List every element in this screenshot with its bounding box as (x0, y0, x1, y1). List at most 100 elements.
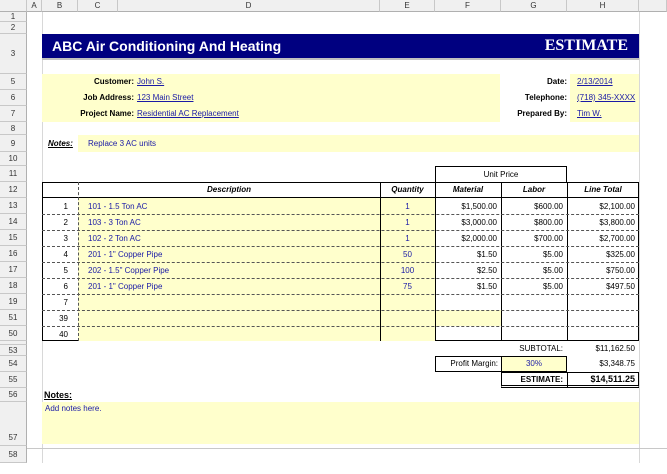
row-header-19[interactable]: 19 (0, 294, 27, 310)
prepared-by-label: Prepared By: (517, 109, 567, 118)
table-row-description[interactable]: 201 - 1" Copper Pipe (88, 250, 162, 259)
column-header-e[interactable]: E (380, 0, 435, 12)
notes-box (78, 135, 639, 152)
row-header-54[interactable]: 54 (0, 356, 27, 372)
notes-label: Notes: (48, 139, 73, 148)
company-name[interactable]: ABC Air Conditioning And Heating (52, 38, 281, 54)
table-row-number: 2 (63, 218, 68, 227)
bottom-notes-box[interactable] (42, 402, 639, 444)
status-strip (27, 448, 667, 463)
table-row-line-total: $325.00 (606, 250, 635, 259)
table-row-description[interactable]: 102 - 2 Ton AC (88, 234, 141, 243)
table-row-line-total: $3,800.00 (599, 218, 635, 227)
estimate-total-value: $14,511.25 (590, 374, 635, 384)
table-row-description[interactable]: 202 - 1.5" Copper Pipe (88, 266, 169, 275)
table-row-quantity[interactable]: 50 (380, 250, 435, 259)
row-header-6[interactable]: 6 (0, 90, 27, 106)
row-header-10[interactable]: 10 (0, 152, 27, 166)
table-row-quantity[interactable]: 75 (380, 282, 435, 291)
bottom-notes-text[interactable]: Add notes here. (45, 404, 101, 413)
table-row-quantity[interactable]: 1 (380, 234, 435, 243)
column-header-b[interactable]: B (42, 0, 78, 12)
project-name-label: Project Name: (80, 109, 134, 118)
row-header-58[interactable]: 58 (0, 446, 27, 463)
job-address-label: Job Address: (83, 93, 134, 102)
table-row-material[interactable]: $1,500.00 (435, 202, 497, 211)
row-header-1[interactable]: 1 (0, 12, 27, 22)
row-header-55[interactable]: 55 (0, 372, 27, 388)
row-header-53[interactable]: 53 (0, 345, 27, 356)
table-row-line-total: $750.00 (606, 266, 635, 275)
table-row-line-total: $497.50 (606, 282, 635, 291)
quantity-header: Quantity (391, 185, 424, 194)
column-header-c[interactable]: C (78, 0, 118, 12)
row-header-57[interactable]: 57 (0, 402, 27, 446)
date-label: Date: (546, 77, 567, 86)
table-row-labor[interactable]: $700.00 (501, 234, 563, 243)
row-header-13[interactable]: 13 (0, 198, 27, 214)
profit-margin-input[interactable]: 30% (501, 357, 566, 371)
table-row-number: 6 (63, 282, 68, 291)
column-header-i[interactable] (639, 0, 667, 12)
row-header-9[interactable]: 9 (0, 135, 27, 152)
table-row-number: 5 (63, 266, 68, 275)
bottom-notes-label: Notes: (44, 390, 73, 400)
column-header-g[interactable]: G (501, 0, 567, 12)
table-row-material[interactable]: $1.50 (435, 282, 497, 291)
column-header-f[interactable]: F (435, 0, 501, 12)
table-row-material[interactable]: $2.50 (435, 266, 497, 275)
table-row-description[interactable]: 101 - 1.5 Ton AC (88, 202, 147, 211)
table-row-material[interactable]: $3,000.00 (435, 218, 497, 227)
notes-value[interactable]: Replace 3 AC units (88, 139, 156, 148)
table-row-line-total: $2,100.00 (599, 202, 635, 211)
column-header-h[interactable]: H (567, 0, 639, 12)
row-header-8[interactable]: 8 (0, 122, 27, 135)
row-header-7[interactable]: 7 (0, 106, 27, 122)
row-header-14[interactable]: 14 (0, 214, 27, 230)
table-row-quantity[interactable]: 100 (380, 266, 435, 275)
row-header-5[interactable]: 5 (0, 74, 27, 90)
estimate-total-label: ESTIMATE: (520, 375, 563, 384)
subtotal-value: $11,162.50 (595, 344, 635, 353)
telephone-label: Telephone: (524, 93, 567, 102)
profit-margin-value: $3,348.75 (599, 359, 635, 368)
row-header-16[interactable]: 16 (0, 246, 27, 262)
row-header-2[interactable]: 2 (0, 22, 27, 34)
column-header-a[interactable]: A (27, 0, 42, 12)
row-header-17[interactable]: 17 (0, 262, 27, 278)
row-header-51[interactable]: 51 (0, 310, 27, 326)
row-header-15[interactable]: 15 (0, 230, 27, 246)
row-header-12[interactable]: 12 (0, 182, 27, 198)
table-row-labor[interactable]: $5.00 (501, 250, 563, 259)
prepared-by-value[interactable]: Tim W. (577, 109, 602, 118)
table-row-labor[interactable]: $800.00 (501, 218, 563, 227)
row-header-11[interactable]: 11 (0, 166, 27, 182)
profit-margin-label: Profit Margin: (450, 359, 498, 368)
corner-select-all[interactable] (0, 0, 27, 12)
job-address-value[interactable]: 123 Main Street (137, 93, 193, 102)
material-header: Material (452, 185, 484, 194)
table-row-labor[interactable]: $5.00 (501, 266, 563, 275)
table-row-quantity[interactable]: 1 (380, 202, 435, 211)
description-header: Description (206, 185, 251, 194)
customer-label: Customer: (93, 77, 134, 86)
table-row-description[interactable]: 201 - 1" Copper Pipe (88, 282, 162, 291)
table-row-labor[interactable]: $5.00 (501, 282, 563, 291)
row-header-3[interactable]: 3 (0, 34, 27, 74)
table-row-material[interactable]: $1.50 (435, 250, 497, 259)
subtotal-label: SUBTOTAL: (519, 344, 563, 353)
date-value[interactable]: 2/13/2014 (577, 77, 613, 86)
column-header-d[interactable]: D (118, 0, 380, 12)
row-header-18[interactable]: 18 (0, 278, 27, 294)
project-name-value[interactable]: Residential AC Replacement (137, 109, 239, 118)
table-row-number: 40 (59, 330, 68, 339)
table-row-description[interactable]: 103 - 3 Ton AC (88, 218, 141, 227)
estimate-title[interactable]: ESTIMATE (500, 37, 628, 55)
table-row-material[interactable]: $2,000.00 (435, 234, 497, 243)
table-row-quantity[interactable]: 1 (380, 218, 435, 227)
row-header-50[interactable]: 50 (0, 326, 27, 341)
row-header-56[interactable]: 56 (0, 388, 27, 402)
table-row-labor[interactable]: $600.00 (501, 202, 563, 211)
customer-value[interactable]: John S. (137, 77, 164, 86)
telephone-value[interactable]: (718) 345-XXXX (577, 93, 635, 102)
